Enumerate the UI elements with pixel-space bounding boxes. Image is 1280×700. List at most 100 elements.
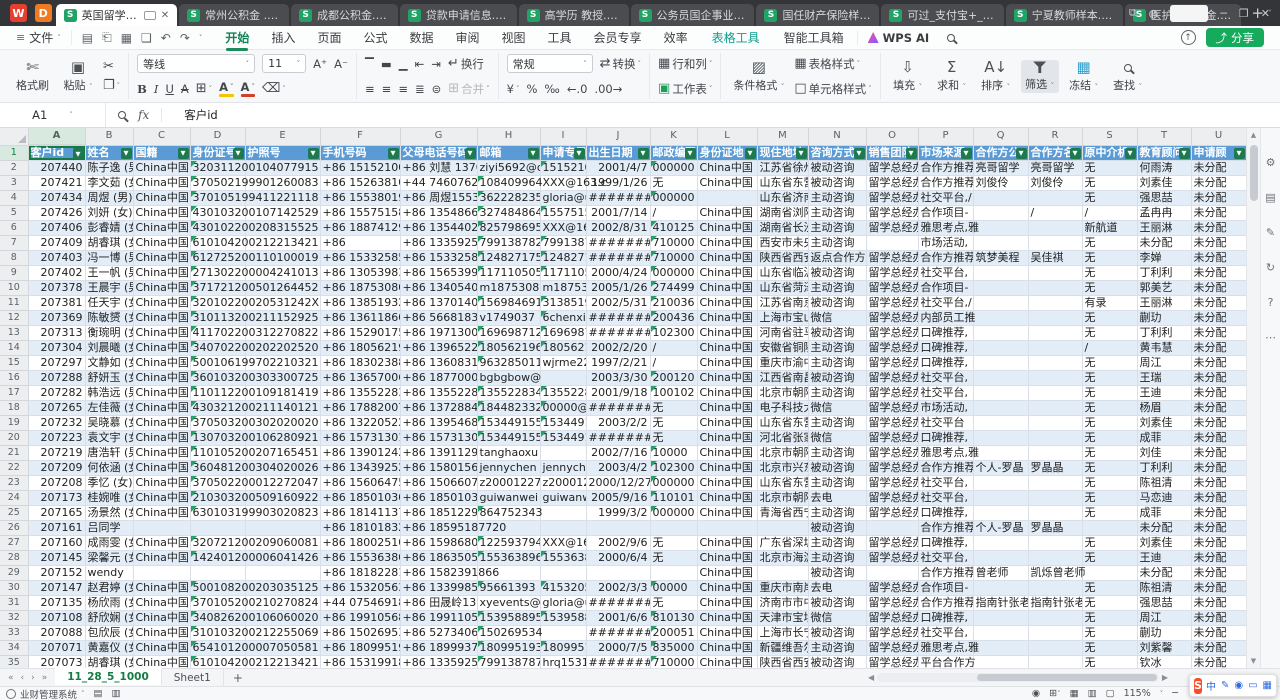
prev-sheet-button[interactable]: ‹ bbox=[21, 673, 25, 683]
cell[interactable]: 蒯玏 bbox=[1137, 626, 1191, 641]
cell[interactable]: ######### bbox=[586, 326, 650, 341]
cell[interactable]: +86 1899937166 bbox=[400, 641, 477, 656]
font-size-select[interactable]: 11˅ bbox=[262, 54, 306, 73]
cell[interactable]: 无 bbox=[1082, 626, 1137, 641]
cell[interactable]: 360103200303300725 bbox=[190, 371, 245, 386]
header-cell[interactable]: 申请顾▼ bbox=[1191, 145, 1246, 161]
cell[interactable]: 江苏省徐州 bbox=[757, 161, 808, 176]
cell[interactable]: 未分配 bbox=[1191, 341, 1246, 356]
cell[interactable]: 安徽省铜陵 bbox=[757, 341, 808, 356]
column-header-K[interactable]: K bbox=[650, 128, 697, 145]
cell[interactable]: 110112200109181419 bbox=[190, 386, 245, 401]
cell[interactable]: 北京市兴东 bbox=[757, 461, 808, 476]
filter-dropdown-icon[interactable]: ▼ bbox=[465, 148, 476, 159]
header-cell[interactable]: 原中介机▼ bbox=[1082, 145, 1137, 161]
cell[interactable]: 200436 bbox=[650, 311, 697, 326]
cell[interactable]: +86 15606475 bbox=[320, 476, 400, 491]
cell[interactable]: 430102200208315525 bbox=[190, 221, 245, 236]
cell[interactable]: 207282 bbox=[28, 386, 85, 401]
cell[interactable]: 周江 bbox=[1137, 356, 1191, 371]
cell[interactable]: 207147 bbox=[28, 581, 85, 596]
cell[interactable]: 612725200110100019 bbox=[190, 251, 245, 266]
cell[interactable]: 360481200304020026 bbox=[190, 461, 245, 476]
cell[interactable]: 留学总经办 bbox=[866, 476, 918, 491]
cell[interactable]: China中国 bbox=[133, 506, 190, 521]
cell[interactable]: 95661393 bbox=[477, 581, 540, 596]
header-cell[interactable]: 申请专用▼ bbox=[540, 145, 586, 161]
cell[interactable]: 雅思考点,雅 bbox=[918, 221, 973, 236]
cell[interactable]: 上海市宝山 bbox=[757, 311, 808, 326]
row-header-19[interactable]: 19 bbox=[0, 416, 28, 431]
cell[interactable]: 广东省深圳 bbox=[757, 536, 808, 551]
row-header-33[interactable]: 33 bbox=[0, 626, 28, 641]
cell[interactable]: 重庆市渝中 bbox=[757, 356, 808, 371]
cell[interactable]: +86 1877000215 bbox=[400, 371, 477, 386]
cell[interactable] bbox=[1028, 326, 1082, 341]
cell[interactable]: 雅思考点,雅 bbox=[918, 446, 973, 461]
cell[interactable]: 被动咨询 bbox=[808, 461, 866, 476]
cell[interactable]: 102300 bbox=[650, 326, 697, 341]
cell[interactable]: 未分配 bbox=[1191, 446, 1246, 461]
column-header-C[interactable]: C bbox=[133, 128, 190, 145]
cell[interactable]: 口碑推荐, bbox=[918, 611, 973, 626]
column-header-O[interactable]: O bbox=[866, 128, 918, 145]
cell[interactable]: 季忆 (女) bbox=[85, 476, 133, 491]
cell[interactable]: 500108200203035125 bbox=[190, 581, 245, 596]
ime-key-icon[interactable]: 中 bbox=[1206, 678, 1216, 693]
ime-key-icon[interactable]: ▭ bbox=[1248, 680, 1257, 691]
cell[interactable]: 丁利利 bbox=[1137, 461, 1191, 476]
cell[interactable]: China中国 bbox=[133, 491, 190, 506]
bold-button[interactable]: B bbox=[137, 82, 147, 96]
cell[interactable]: +86 13220522 bbox=[320, 416, 400, 431]
cell[interactable]: 799138782 bbox=[477, 236, 540, 251]
cell[interactable]: +86 1335925706 bbox=[400, 236, 477, 251]
cell[interactable]: 100102 bbox=[650, 386, 697, 401]
copy-button[interactable]: ❐˅ bbox=[103, 78, 120, 93]
cell[interactable]: 963285011 bbox=[477, 356, 540, 371]
cell[interactable]: 124827175 bbox=[540, 251, 586, 266]
cell[interactable]: 主动咨询 bbox=[808, 221, 866, 236]
cell[interactable] bbox=[1028, 611, 1082, 626]
header-cell[interactable]: 手机号码▼ bbox=[320, 145, 400, 161]
cell[interactable] bbox=[973, 266, 1028, 281]
cell[interactable]: 社交平台 bbox=[918, 416, 973, 431]
distribute-button[interactable]: ⊜ bbox=[432, 82, 442, 96]
panel-icon[interactable]: ▤ bbox=[1265, 191, 1275, 204]
borders-button[interactable]: ⊞˅ bbox=[196, 81, 212, 96]
cell[interactable]: 未分配 bbox=[1191, 281, 1246, 296]
wrap-text-button[interactable]: ↵换行 bbox=[448, 56, 484, 72]
cell[interactable] bbox=[973, 506, 1028, 521]
cell[interactable]: 180995193 bbox=[540, 641, 586, 656]
cell[interactable]: 无 bbox=[1082, 641, 1137, 656]
cell[interactable]: 未分配 bbox=[1191, 581, 1246, 596]
highlight-color-button[interactable]: A˅ bbox=[219, 80, 233, 97]
cell[interactable]: 口碑推荐, bbox=[918, 356, 973, 371]
cell[interactable]: 北京市朝阳 bbox=[757, 446, 808, 461]
cell[interactable]: 无 bbox=[1082, 581, 1137, 596]
row-header-7[interactable]: 7 bbox=[0, 236, 28, 251]
cell[interactable]: China中国 bbox=[697, 236, 757, 251]
cell[interactable]: ######### bbox=[586, 191, 650, 206]
number-format-select[interactable]: 常规˅ bbox=[507, 54, 593, 73]
cell[interactable]: 韩浩远 (男 bbox=[85, 386, 133, 401]
header-cell[interactable]: 教育顾问▼ bbox=[1137, 145, 1191, 161]
cell[interactable]: / bbox=[1028, 206, 1082, 221]
settings-icon[interactable]: ⚙ bbox=[1266, 156, 1276, 169]
cell[interactable]: 未分配 bbox=[1191, 461, 1246, 476]
cell[interactable] bbox=[540, 506, 586, 521]
cell[interactable]: 835000 bbox=[650, 641, 697, 656]
font-name-select[interactable]: 等线˅ bbox=[137, 54, 255, 73]
filter-dropdown-icon[interactable]: ▼ bbox=[1234, 148, 1245, 159]
cell[interactable]: 207173 bbox=[28, 491, 85, 506]
rows-columns-button[interactable]: ▦行和列˅ bbox=[658, 56, 712, 72]
cell[interactable]: 指南针张老 bbox=[1028, 596, 1082, 611]
column-header-P[interactable]: P bbox=[918, 128, 973, 145]
row-header-5[interactable]: 5 bbox=[0, 206, 28, 221]
cell[interactable]: 成雨雯 (女 bbox=[85, 536, 133, 551]
row-header-14[interactable]: 14 bbox=[0, 341, 28, 356]
cell[interactable]: 2002/5/31 bbox=[586, 296, 650, 311]
cell[interactable]: China中国 bbox=[697, 401, 757, 416]
row-header-25[interactable]: 25 bbox=[0, 506, 28, 521]
cell[interactable]: 桂婉唯 (女 bbox=[85, 491, 133, 506]
cell[interactable]: 未分配 bbox=[1191, 236, 1246, 251]
